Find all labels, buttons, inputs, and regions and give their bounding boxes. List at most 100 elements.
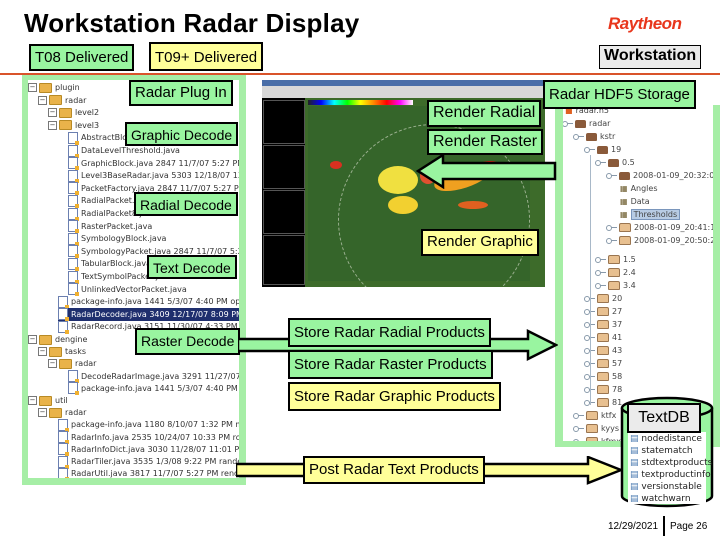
hdf5-tree-item[interactable]: kyys — [573, 423, 619, 435]
tree-node-handle-icon[interactable] — [584, 387, 595, 393]
hdf5-tree-item[interactable]: 2.4 — [595, 267, 636, 279]
expand-toggle-icon[interactable]: − — [48, 108, 57, 118]
tree-folder[interactable]: − level2 — [48, 106, 99, 119]
textdb-table-list: ▤ nodedistance ▤ statematch ▤ stdtextprodu… — [628, 432, 712, 505]
expand-toggle-icon[interactable]: − — [38, 95, 47, 105]
tree-node-handle-icon[interactable] — [595, 257, 606, 263]
tree-file[interactable]: Level3BaseRadar.java 5303 12/18/07 13 — [68, 169, 239, 183]
hdf5-tree-item[interactable]: 20 — [584, 293, 622, 305]
hdf5-tree-item[interactable]: 0.5 — [595, 157, 635, 169]
hdf5-tree-item[interactable]: 58 — [584, 371, 622, 383]
expand-toggle-icon[interactable]: − — [28, 335, 37, 344]
hdf5-tree-item[interactable]: 81 — [584, 397, 622, 409]
tree-node-handle-icon[interactable] — [563, 121, 573, 127]
hdf5-tree-item[interactable]: radar — [563, 118, 610, 130]
hdf5-tree-item[interactable]: 27 — [584, 306, 622, 318]
label-store-raster: Store Radar Raster Products — [288, 350, 493, 379]
tree-node-handle-icon[interactable] — [595, 160, 606, 166]
textdb-table-item[interactable]: ▤ textproductinfo — [630, 470, 711, 481]
folder-icon — [597, 385, 609, 394]
hdf5-tree-item[interactable]: 1.5 — [595, 254, 636, 266]
tree-file[interactable]: package-info.java 1441 5/3/07 4:40 PM op… — [58, 295, 239, 309]
tree-file[interactable]: SymbologyBlock.java — [68, 232, 166, 246]
folder-icon — [586, 411, 598, 420]
tree-folder[interactable]: − level3 — [48, 119, 99, 132]
folder-icon — [586, 132, 597, 141]
tree-file[interactable]: RasterPacket.java — [68, 220, 152, 234]
hdf5-tree-item[interactable]: 2008-01-09_20:32:05.0 — [606, 170, 713, 182]
tree-folder[interactable]: − tasks — [38, 345, 86, 358]
tree-node-handle-icon[interactable] — [584, 335, 595, 341]
tree-node-handle-icon[interactable] — [584, 309, 595, 315]
tree-file[interactable]: DecodeRadarImage.java 3291 11/27/07 — [68, 370, 239, 384]
hdf5-tree-item[interactable]: 19 — [584, 144, 621, 156]
hdf5-tree-item[interactable]: ▦ Data — [620, 196, 650, 208]
folder-icon — [597, 372, 609, 381]
label-store-radial: Store Radar Radial Products — [288, 318, 491, 347]
textdb-table-item[interactable]: ▤ statematch — [630, 446, 693, 457]
tree-folder[interactable]: − util — [28, 394, 68, 407]
hdf5-tree-item[interactable]: ▦ Angles — [620, 183, 658, 195]
textdb-table-item[interactable]: ▤ nodedistance — [630, 434, 702, 445]
hdf5-item-label: 2008-01-09_20:41:13.0 — [634, 223, 713, 232]
thumbnail-panels[interactable] — [262, 98, 305, 287]
hdf5-tree-item[interactable]: 41 — [584, 332, 622, 344]
expand-toggle-icon[interactable]: − — [38, 347, 47, 357]
textdb-table-item[interactable]: ▤ versionstable — [630, 482, 702, 493]
tree-file[interactable]: GraphicBlock.java 2847 11/7/07 5:27 PM — [68, 157, 239, 171]
tree-file[interactable]: RadarInfoDict.java 3030 11/28/07 11:01 P… — [58, 443, 239, 457]
tree-node-handle-icon[interactable] — [584, 147, 595, 153]
java-file-icon — [68, 157, 79, 171]
hdf5-tree-item[interactable]: 2008-01-09_20:50:25.0 — [606, 235, 713, 247]
tree-node-handle-icon[interactable] — [584, 400, 595, 406]
tree-file[interactable]: RadarInfo.java 2535 10/24/07 10:33 PM ro… — [58, 431, 239, 445]
tree-node-handle-icon[interactable] — [606, 173, 617, 179]
hdf5-tree-item[interactable]: kstr — [573, 131, 615, 143]
textdb-table-item[interactable]: ▤ watchwarn — [630, 494, 691, 505]
tree-node-handle-icon[interactable] — [584, 348, 595, 354]
tree-node-handle-icon[interactable] — [595, 270, 606, 276]
textdb-table-item[interactable]: ▤ stdtextproducts — [630, 458, 712, 469]
tree-folder[interactable]: − radar — [48, 357, 96, 370]
expand-toggle-icon[interactable]: − — [48, 120, 57, 130]
tree-file[interactable]: package-info.java 1441 5/3/07 4:40 PM — [68, 382, 238, 396]
label-render-radial: Render Radial — [427, 100, 542, 127]
expand-toggle-icon[interactable]: − — [28, 396, 37, 405]
tree-node-handle-icon[interactable] — [584, 361, 595, 367]
tree-file[interactable]: package-info.java 1180 8/10/07 1:32 PM m… — [58, 418, 239, 432]
hdf5-tree-item[interactable]: 78 — [584, 384, 622, 396]
hdf5-tree-item[interactable]: 43 — [584, 345, 622, 357]
tree-file[interactable]: UnlinkedVectorPacket.java — [68, 283, 187, 297]
tree-node-handle-icon[interactable] — [573, 426, 584, 432]
tree-node-handle-icon[interactable] — [584, 322, 595, 328]
tree-file[interactable]: RadarUtil.java 3817 11/7/07 5:27 PM rend… — [58, 467, 239, 478]
tree-item-label: radar — [75, 359, 97, 369]
tree-folder[interactable]: − radar — [38, 94, 86, 107]
tree-file[interactable]: RadarDecoder.java 3409 12/17/07 8:09 PM — [58, 307, 239, 322]
hdf5-tree-item[interactable]: kfmx — [573, 436, 621, 441]
tree-node-handle-icon[interactable] — [584, 296, 595, 302]
tree-file[interactable]: TabularBlock.java — [68, 257, 151, 271]
tree-node-handle-icon[interactable] — [606, 225, 617, 231]
hdf5-tree-item[interactable]: ▦ Thresholds — [620, 209, 681, 221]
tree-node-handle-icon[interactable] — [573, 413, 584, 419]
hdf5-tree-item[interactable]: 3.4 — [595, 280, 636, 292]
hdf5-item-label: ktfx — [601, 411, 617, 420]
tree-folder[interactable]: − plugin — [28, 81, 80, 94]
tree-folder[interactable]: − dengine — [28, 333, 87, 346]
tree-guide-line — [590, 155, 591, 405]
hdf5-tree-item[interactable]: ktfx — [573, 410, 617, 422]
tree-node-handle-icon[interactable] — [595, 283, 606, 289]
tree-folder[interactable]: − radar — [38, 406, 86, 419]
expand-toggle-icon[interactable]: − — [38, 408, 47, 418]
tree-node-handle-icon[interactable] — [573, 134, 584, 140]
expand-toggle-icon[interactable]: − — [28, 83, 37, 92]
tree-file[interactable]: RadarTiler.java 3535 1/3/08 9:22 PM rand… — [58, 455, 239, 469]
expand-toggle-icon[interactable]: − — [48, 359, 57, 369]
hdf5-tree-item[interactable]: 37 — [584, 319, 622, 331]
hdf5-tree-item[interactable]: 2008-01-09_20:41:13.0 — [606, 222, 713, 234]
tree-node-handle-icon[interactable] — [584, 374, 595, 380]
tree-node-handle-icon[interactable] — [606, 238, 617, 244]
tree-item-label: util — [55, 396, 68, 405]
hdf5-tree-item[interactable]: 57 — [584, 358, 622, 370]
